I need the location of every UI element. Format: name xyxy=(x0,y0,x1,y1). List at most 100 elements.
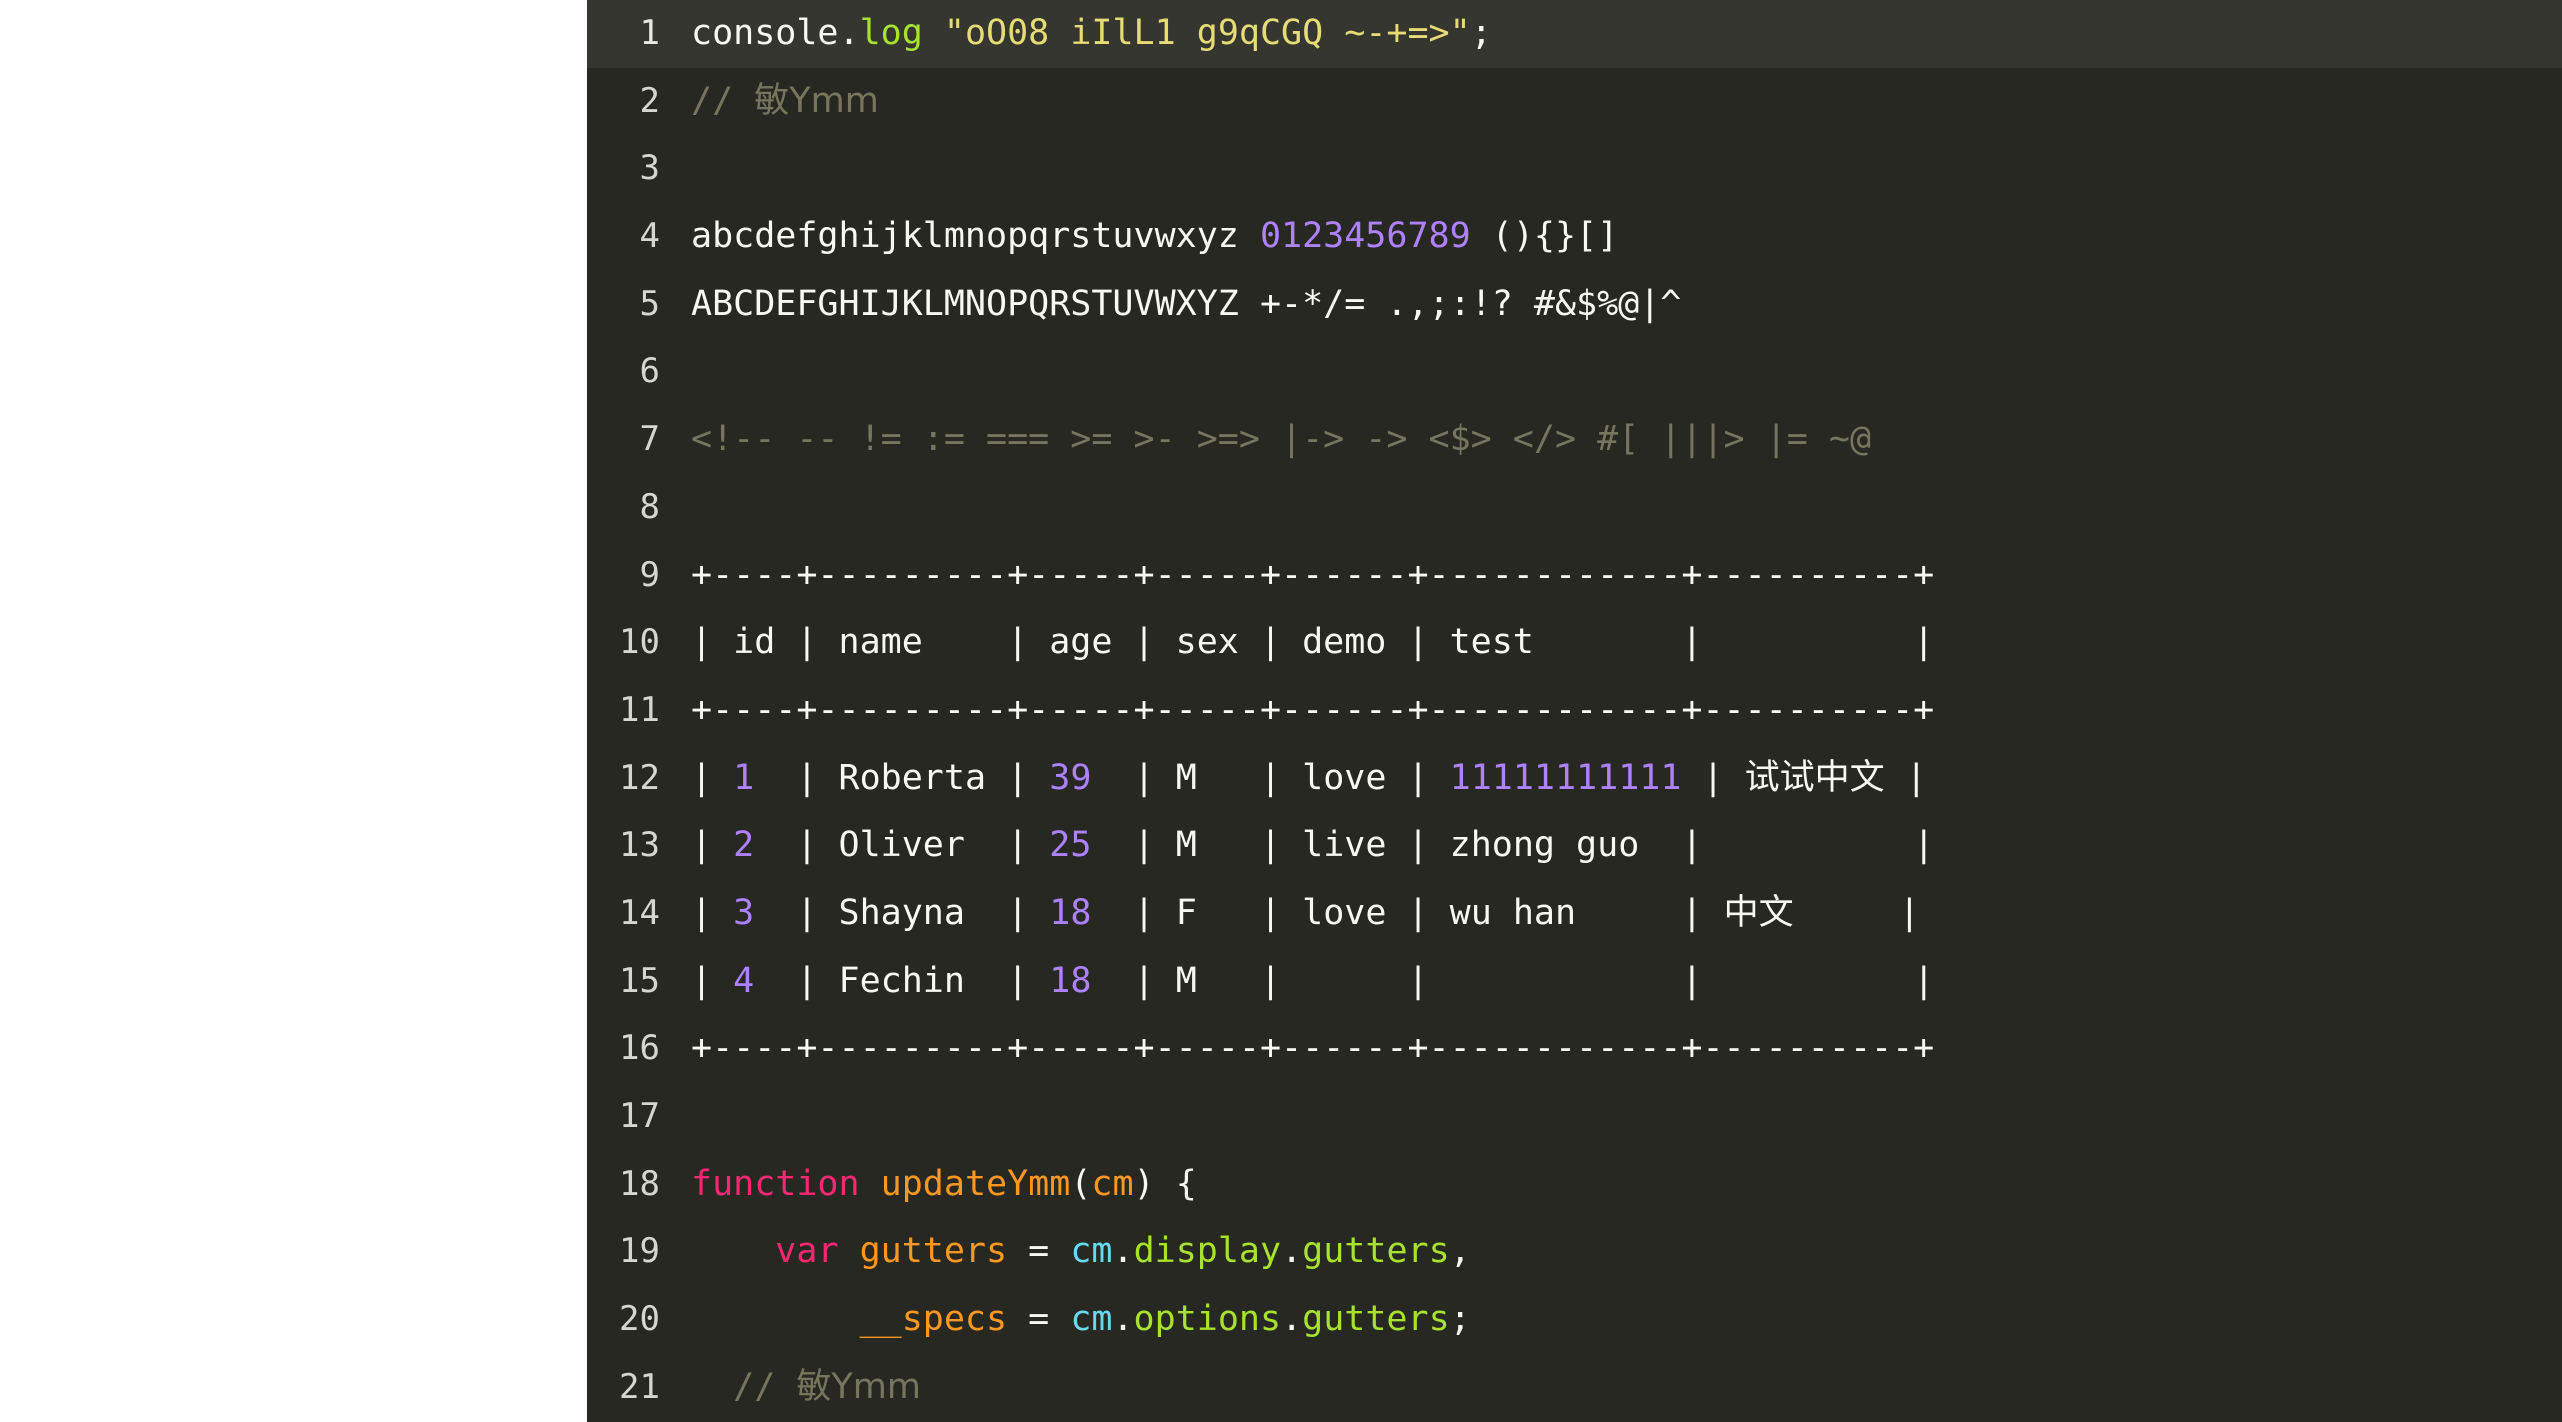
token-plain: | M | live | zhong guo | | xyxy=(1091,825,1935,866)
code-line[interactable]: 14 | 3 | Shayna | 18 | F | love | wu han … xyxy=(587,880,2562,948)
token-plain: = xyxy=(1007,1231,1071,1272)
line-content[interactable]: function updateYmm(cm) { xyxy=(691,1151,1197,1219)
line-content[interactable]: console. log "oO08 iIlL1 g9qCGQ ~-+=>"; xyxy=(691,0,1492,68)
line-content[interactable]: <!-- -- != := === >= >- >=> |-> -> <$> <… xyxy=(691,406,1871,474)
token-plain: ) { xyxy=(1133,1163,1197,1204)
line-number[interactable]: 21 xyxy=(587,1354,660,1422)
token-number: 2 xyxy=(733,825,755,866)
token-number: 1 xyxy=(733,757,755,798)
line-number[interactable]: 4 xyxy=(587,203,660,271)
token-number: 39 xyxy=(1049,757,1092,798)
token-comment: <!-- -- != := === >= >- >=> |-> -> <$> <… xyxy=(691,419,1872,460)
line-number[interactable]: 15 xyxy=(587,948,660,1016)
code-line[interactable]: 16 +----+---------+-----+-----+------+---… xyxy=(587,1015,2562,1083)
line-content[interactable]: +----+---------+-----+-----+------+-----… xyxy=(691,677,1934,745)
line-number[interactable]: 19 xyxy=(587,1218,660,1286)
code-line[interactable]: 9 +----+---------+-----+-----+------+----… xyxy=(587,542,2562,610)
line-number[interactable]: 17 xyxy=(587,1083,660,1151)
token-plain: | xyxy=(1884,757,1927,798)
token-number: 4 xyxy=(733,960,755,1001)
line-content[interactable]: | 4 | Fechin | 18 | M | | | | xyxy=(691,948,1934,1016)
token-property: options xyxy=(1133,1299,1282,1340)
token-comment: // xyxy=(691,1366,797,1407)
token-plain: console xyxy=(691,13,839,53)
line-number[interactable]: 9 xyxy=(587,542,660,610)
line-number[interactable]: 11 xyxy=(587,677,660,745)
line-number[interactable]: 2 xyxy=(587,68,660,136)
token-parameter: cm xyxy=(1070,1231,1113,1272)
line-content[interactable]: // 敏Ymm xyxy=(691,68,879,136)
line-content[interactable]: __specs = cm. options. gutters; xyxy=(691,1286,1471,1354)
code-line[interactable]: 12 | 1 | Roberta | 39 | M | love | 111111… xyxy=(587,745,2562,813)
token-plain: 中文 xyxy=(1723,892,1794,933)
line-number[interactable]: 8 xyxy=(587,474,660,542)
line-number[interactable]: 14 xyxy=(587,880,660,948)
code-line[interactable]: 6 xyxy=(587,338,2562,406)
code-line[interactable]: 3 xyxy=(587,135,2562,203)
token-plain: ( xyxy=(1070,1163,1092,1204)
line-content[interactable]: // 敏Ymm xyxy=(691,1354,921,1422)
line-number[interactable]: 6 xyxy=(587,338,660,406)
code-editor[interactable]: 1 console. log "oO08 iIlL1 g9qCGQ ~-+=>"; 2… xyxy=(587,0,2562,1422)
code-line[interactable]: 18 function updateYmm(cm) { xyxy=(587,1151,2562,1219)
line-content[interactable]: | id | name | age | sex | demo | test | … xyxy=(691,609,1934,677)
token-parameter: cm xyxy=(1070,1299,1113,1340)
token-plain: ; xyxy=(1449,1299,1471,1340)
token-plain: (){}[] xyxy=(1470,216,1619,257)
token-property: gutters xyxy=(1302,1231,1450,1272)
line-content[interactable]: +----+---------+-----+-----+------+-----… xyxy=(691,542,1934,610)
line-content[interactable]: | 3 | Shayna | 18 | F | love | wu han | … xyxy=(691,880,1920,948)
line-number[interactable]: 7 xyxy=(587,406,660,474)
token-plain: | xyxy=(691,960,734,1001)
token-plain: | Roberta | xyxy=(754,757,1050,798)
code-line[interactable]: 17 xyxy=(587,1083,2562,1151)
code-line[interactable]: 13 | 2 | Oliver | 25 | M | live | zhong g… xyxy=(587,812,2562,880)
token-plain: +----+---------+-----+-----+------+-----… xyxy=(691,1028,1935,1069)
line-number[interactable]: 16 xyxy=(587,1015,660,1083)
token-plain: . xyxy=(1112,1299,1134,1340)
code-line[interactable]: 5 ABCDEFGHIJKLMNOPQRSTUVWXYZ +-*/= .,;:!?… xyxy=(587,271,2562,339)
code-line[interactable]: 7 <!-- -- != := === >= >- >=> |-> -> <$> … xyxy=(587,406,2562,474)
token-plain: ; xyxy=(1470,13,1492,53)
line-content[interactable]: | 2 | Oliver | 25 | M | live | zhong guo… xyxy=(691,812,1934,880)
line-number[interactable]: 5 xyxy=(587,271,660,339)
line-content[interactable]: ABCDEFGHIJKLMNOPQRSTUVWXYZ +-*/= .,;:!? … xyxy=(691,271,1681,339)
code-line[interactable]: 8 xyxy=(587,474,2562,542)
token-plain: +----+---------+-----+-----+------+-----… xyxy=(691,689,1935,730)
token-number: 18 xyxy=(1049,960,1092,1001)
line-number[interactable]: 20 xyxy=(587,1286,660,1354)
line-number[interactable]: 10 xyxy=(587,609,660,677)
token-plain: | xyxy=(691,825,734,866)
token-plain: | M | love | xyxy=(1091,757,1450,798)
token-comment: 敏Ymm xyxy=(754,80,879,121)
code-line[interactable]: 2 // 敏Ymm xyxy=(587,68,2562,136)
token-plain: | Oliver | xyxy=(754,825,1050,866)
code-line[interactable]: 20 __specs = cm. options. gutters; xyxy=(587,1286,2562,1354)
code-line[interactable]: 19 var gutters = cm. display. gutters, xyxy=(587,1218,2562,1286)
code-line[interactable]: 11 +----+---------+-----+-----+------+---… xyxy=(587,677,2562,745)
code-line[interactable]: 1 console. log "oO08 iIlL1 g9qCGQ ~-+=>"; xyxy=(587,0,2562,68)
code-line[interactable]: 21 // 敏Ymm xyxy=(587,1354,2562,1422)
token-plain: abcdefghijklmnopqrstuvwxyz xyxy=(691,216,1260,257)
token-plain: | xyxy=(1793,892,1921,933)
line-number[interactable]: 3 xyxy=(587,135,660,203)
token-plain: . xyxy=(1281,1299,1303,1340)
line-number[interactable]: 18 xyxy=(587,1151,660,1219)
token-plain: , xyxy=(1449,1231,1471,1272)
token-plain: | xyxy=(691,892,734,933)
token-function: updateYmm xyxy=(880,1163,1071,1204)
line-content[interactable]: | 1 | Roberta | 39 | M | love | 11111111… xyxy=(691,745,1927,813)
line-number[interactable]: 13 xyxy=(587,812,660,880)
code-line[interactable]: 15 | 4 | Fechin | 18 | M | | | | xyxy=(587,948,2562,1016)
line-content[interactable]: +----+---------+-----+-----+------+-----… xyxy=(691,1015,1934,1083)
token-number: 25 xyxy=(1049,825,1092,866)
token-plain: | F | love | wu han | xyxy=(1091,892,1724,933)
code-line[interactable]: 4 abcdefghijklmnopqrstuvwxyz 0123456789 (… xyxy=(587,203,2562,271)
line-number[interactable]: 1 xyxy=(587,0,660,68)
line-content[interactable]: abcdefghijklmnopqrstuvwxyz 0123456789 ()… xyxy=(691,203,1618,271)
line-number[interactable]: 12 xyxy=(587,745,660,813)
token-plain: | M | | | | xyxy=(1091,960,1935,1001)
line-content[interactable]: var gutters = cm. display. gutters, xyxy=(691,1218,1471,1286)
code-line[interactable]: 10 | id | name | age | sex | demo | test … xyxy=(587,609,2562,677)
